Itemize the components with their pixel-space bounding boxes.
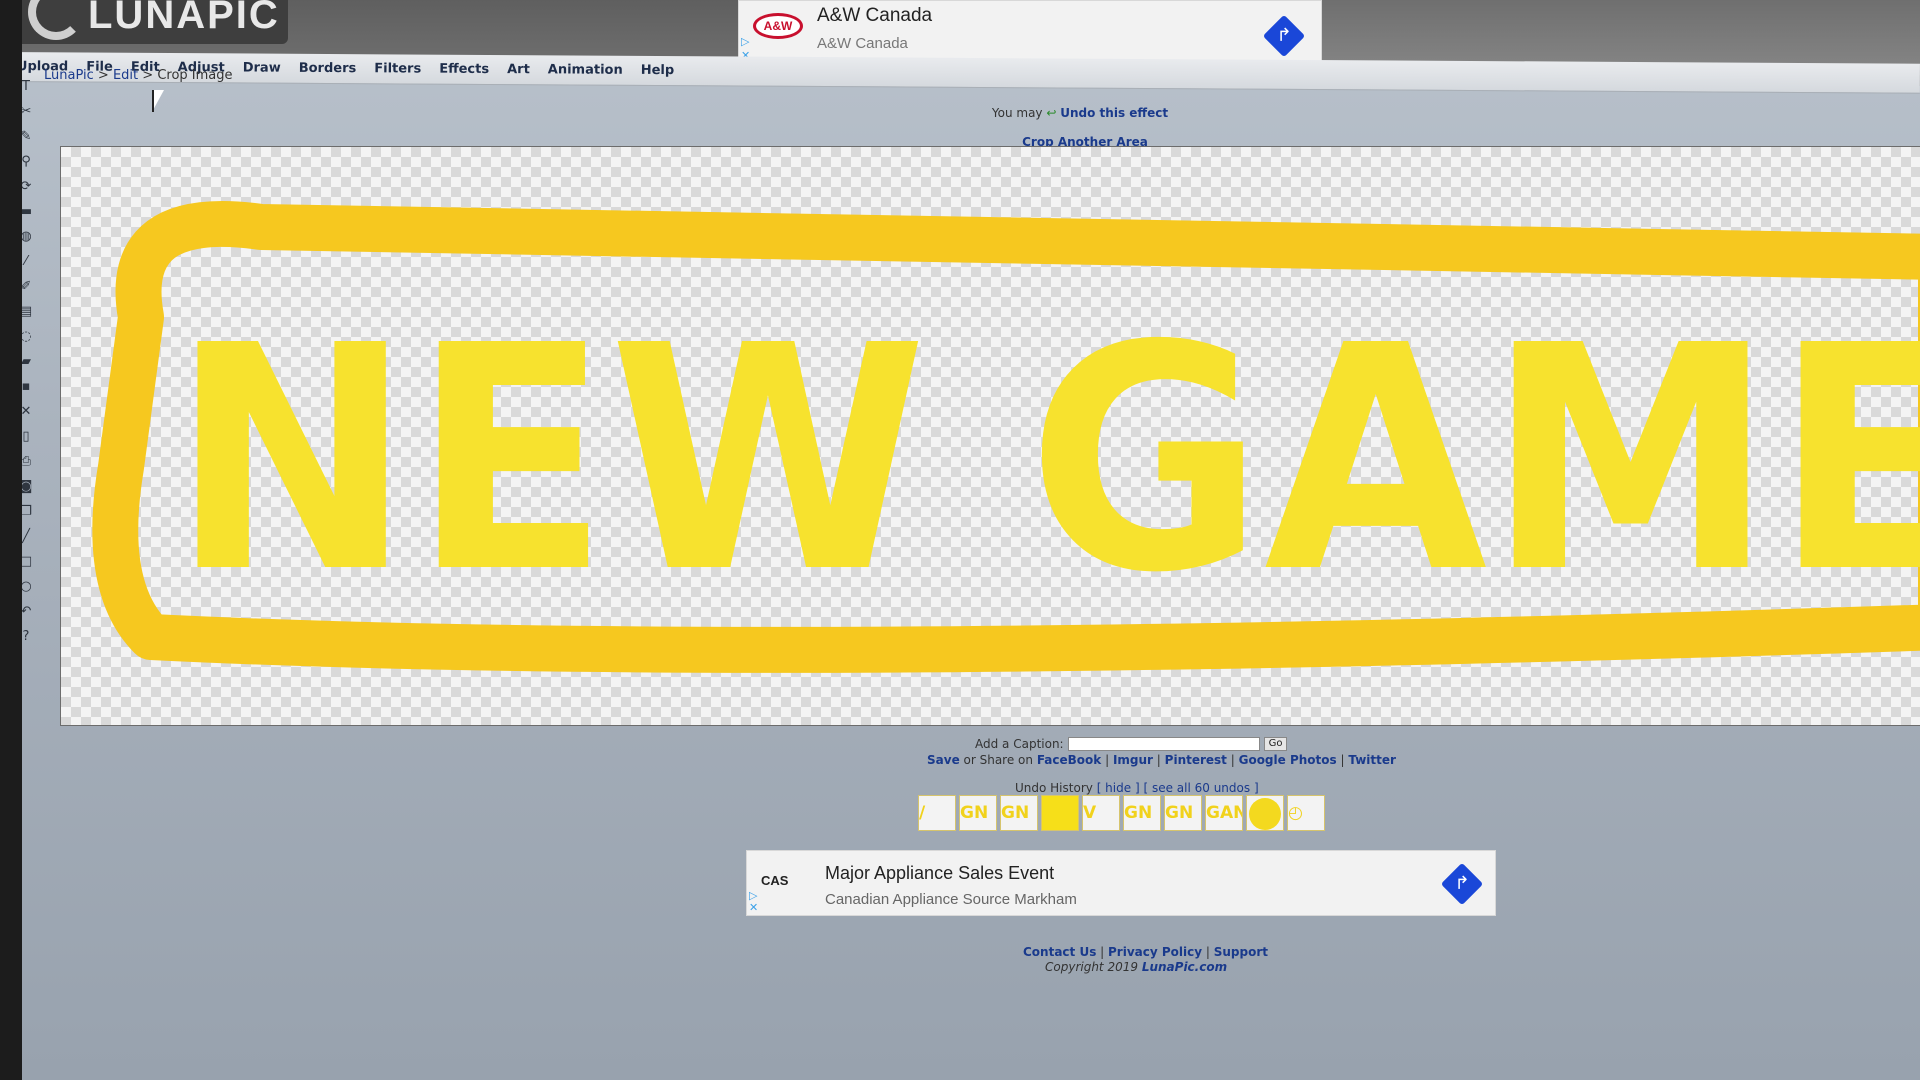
mouse-cursor-icon (152, 90, 164, 112)
monitor-bezel (0, 0, 22, 1080)
twitter-link[interactable]: Twitter (1348, 753, 1396, 767)
menu-draw[interactable]: Draw (234, 60, 290, 75)
undo-thumbnail[interactable]: GAN (1205, 795, 1243, 831)
copyright: Copyright 2019 LunaPic.com (1045, 960, 1227, 974)
image-canvas[interactable]: NEW GAME (60, 146, 1920, 726)
breadcrumb: LunaPic > Edit > Crop Image (44, 68, 233, 83)
menu-help[interactable]: Help (632, 63, 684, 78)
breadcrumb-sep: > (93, 68, 113, 83)
canvas-headline: NEW GAME (171, 280, 1920, 641)
caption-input[interactable] (1067, 737, 1260, 751)
copyright-text: Copyright 2019 (1045, 960, 1142, 974)
undo-thumbnail[interactable]: GN (1164, 795, 1202, 831)
copyright-site-link[interactable]: LunaPic.com (1142, 960, 1227, 974)
caption-row: Add a Caption: Go (975, 737, 1288, 751)
undo-history-row: Undo History [ hide ] [ see all 60 undos… (1015, 781, 1259, 795)
menu-art[interactable]: Art (498, 62, 539, 77)
undo-arrow-icon: ↩ (1046, 106, 1057, 120)
support-link[interactable]: Support (1214, 945, 1268, 959)
undo-thumbnails: / GNGNGNV GNGNGNGAN◴ (918, 795, 1325, 831)
share-sep: | (1226, 753, 1239, 767)
undo-thumbnail[interactable] (1246, 795, 1284, 831)
undo-effect-link[interactable]: Undo this effect (1060, 106, 1168, 120)
ad-close-icon[interactable]: ✕ (749, 901, 758, 914)
top-ad-arrow-icon[interactable]: ↱ (1262, 14, 1306, 58)
save-link[interactable]: Save (927, 753, 960, 767)
canvas-artwork: NEW GAME (92, 200, 1920, 673)
undo-thumbnail[interactable]: V GN (1082, 795, 1120, 831)
logo-text: LUNAPIC (88, 0, 280, 37)
breadcrumb-home[interactable]: LunaPic (44, 68, 94, 83)
logo-moon-icon (28, 0, 84, 40)
undo-thumbnail[interactable]: GN (1000, 795, 1038, 831)
bottom-ad-arrow-icon[interactable]: ↱ (1440, 862, 1484, 906)
breadcrumb-current: Crop Image (157, 68, 233, 83)
menu-effects[interactable]: Effects (430, 62, 498, 77)
share-sep: | (1152, 753, 1165, 767)
bottom-ad-banner[interactable]: CAS Major Appliance Sales Event Canadian… (746, 850, 1496, 916)
undo-history-see-all[interactable]: [ see all 60 undos ] (1143, 781, 1258, 795)
undo-thumbnail[interactable] (1041, 795, 1079, 831)
bottom-ad-title[interactable]: Major Appliance Sales Event (825, 863, 1054, 884)
share-row: Save or Share on FaceBook | Imgur | Pint… (927, 753, 1396, 767)
undo-thumbnail[interactable]: GN (959, 795, 997, 831)
undo-prefix: You may (991, 106, 1047, 120)
aw-logo: A&W (753, 13, 803, 39)
caption-label: Add a Caption: (975, 737, 1064, 751)
undo-history-hide[interactable]: [ hide ] (1097, 781, 1140, 795)
imgur-link[interactable]: Imgur (1113, 753, 1153, 767)
undo-message: You may ↩ Undo this effect (0, 106, 1920, 120)
privacy-link[interactable]: Privacy Policy (1108, 945, 1202, 959)
top-ad-subtitle: A&W Canada (817, 35, 908, 52)
share-sep: | (1101, 753, 1113, 767)
google-photos-link[interactable]: Google Photos (1239, 753, 1337, 767)
undo-thumbnail[interactable]: ◴ (1287, 795, 1325, 831)
footer-links: Contact Us | Privacy Policy | Support (1023, 945, 1268, 959)
footer-sep: | (1096, 945, 1109, 959)
footer-sep: | (1202, 945, 1214, 959)
screen: LUNAPIC A&W A&W Canada A&W Canada ↱ ▷ ✕ … (0, 0, 1920, 1080)
breadcrumb-sep: > (138, 68, 158, 83)
share-text: or Share on (959, 753, 1037, 767)
cas-logo: CAS (761, 873, 789, 888)
ad-choices-icon[interactable]: ▷ (741, 35, 749, 48)
lunapic-logo[interactable]: LUNAPIC (8, 0, 288, 44)
menu-animation[interactable]: Animation (539, 62, 632, 78)
top-ad-title[interactable]: A&W Canada (817, 5, 932, 27)
pinterest-link[interactable]: Pinterest (1165, 753, 1227, 767)
menu-filters[interactable]: Filters (365, 61, 430, 76)
caption-go-button[interactable]: Go (1263, 737, 1288, 751)
share-sep: | (1336, 753, 1349, 767)
contact-link[interactable]: Contact Us (1023, 945, 1096, 959)
menu-borders[interactable]: Borders (290, 61, 366, 76)
facebook-link[interactable]: FaceBook (1037, 753, 1101, 767)
undo-history-label: Undo History (1015, 781, 1093, 795)
bottom-ad-subtitle: Canadian Appliance Source Markham (825, 891, 1077, 908)
undo-thumbnail[interactable]: GN (1123, 795, 1161, 831)
breadcrumb-edit[interactable]: Edit (113, 68, 138, 83)
undo-thumbnail[interactable]: / GN (918, 795, 956, 831)
